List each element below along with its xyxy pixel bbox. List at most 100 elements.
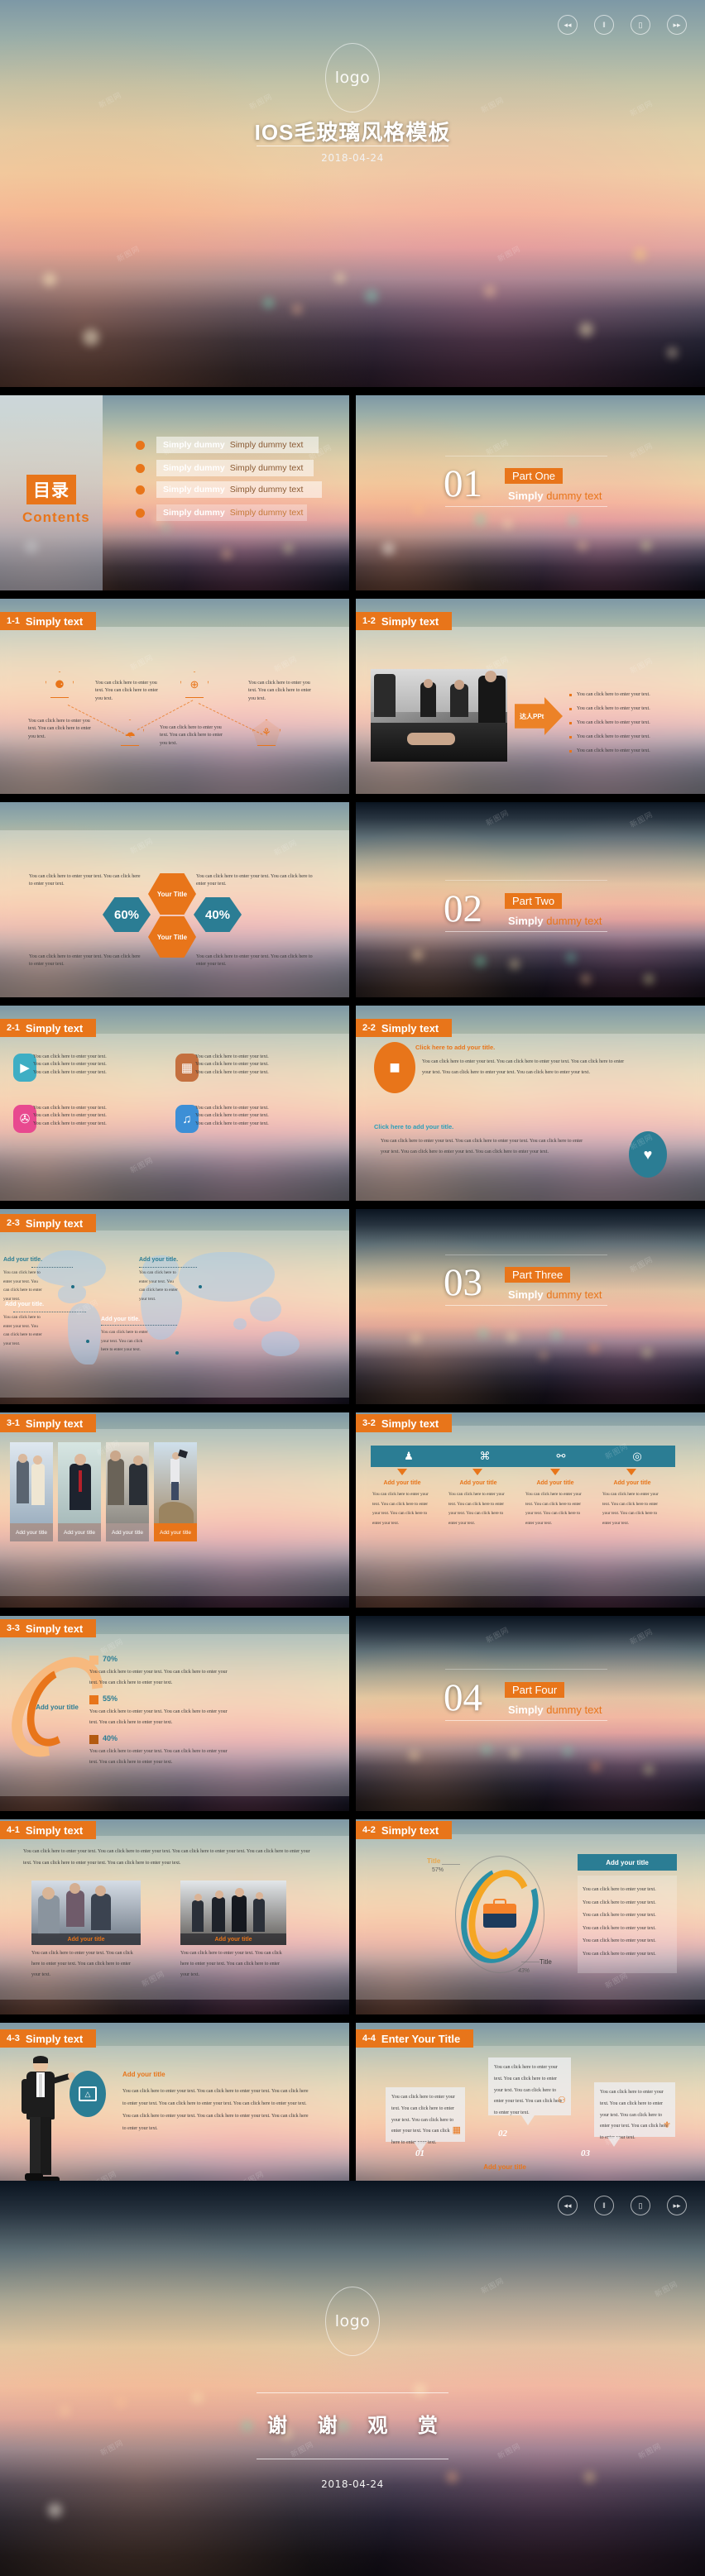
pause-glyph: ‖ (602, 20, 606, 29)
rewind-icon[interactable]: ◂◂ (558, 15, 578, 35)
legend-body: You can click here to enter your text. Y… (89, 1709, 228, 1725)
callout-03[interactable]: You can click here to enter your text. Y… (594, 2082, 675, 2147)
item-text: You can click here to enter your text. Y… (196, 874, 313, 887)
slide-2-3[interactable]: 2-3 Simply text Add your title. You can … (0, 1209, 349, 1404)
cloud-glyph: ☁ (124, 726, 136, 738)
background-sky-image (0, 2181, 705, 2576)
section-tag[interactable]: 2-3 Simply text (0, 1214, 97, 1232)
slide-4-1[interactable]: 4-1 Simply text You can click here to en… (0, 1819, 349, 2014)
image-card[interactable]: Add your title You can click here to ent… (31, 1881, 141, 1977)
slide-1-2[interactable]: 1-2 Simply text 达人PPt You can click here… (356, 599, 705, 794)
section-number: 4-3 (7, 2034, 20, 2043)
section-tag[interactable]: 1-1 Simply text (0, 612, 97, 630)
section-tag[interactable]: 1-2 Simply text (356, 612, 453, 630)
photo-card[interactable]: Add your title (10, 1442, 53, 1541)
list-item[interactable]: Simply dummy Simply dummy text (136, 460, 314, 476)
section-tag[interactable]: 4-4 Enter Your Title (356, 2029, 474, 2048)
stop-icon[interactable]: ▯ (631, 2196, 650, 2215)
part-subtitle: Simply dummy text (508, 915, 602, 927)
pause-icon[interactable]: ‖ (594, 2196, 614, 2215)
section-tag[interactable]: 3-2 Simply text (356, 1414, 453, 1432)
slide-1-1[interactable]: 1-1 Simply text ⚈ ☁ ⊕ ⚘ You can click he… (0, 599, 349, 794)
slide-3-3[interactable]: 3-3 Simply text Add your title 70% You c… (0, 1616, 349, 1811)
section-tag[interactable]: 3-1 Simply text (0, 1414, 97, 1432)
add-title-button[interactable]: Add your title (578, 1854, 677, 1871)
callout-02[interactable]: You can click here to enter your text. Y… (488, 2057, 571, 2125)
column-title: Add your title (459, 1480, 497, 1486)
photo-caption: Add your title (58, 1523, 101, 1541)
item-text: You can click here to enter you text. Yo… (248, 681, 311, 701)
section-label: Simply text (381, 1417, 439, 1430)
section-number: 1-1 (7, 616, 20, 626)
legend-value: 40% (103, 1734, 118, 1742)
logo-text: logo (334, 2312, 371, 2330)
business-handshake-photo (371, 669, 507, 762)
section-tag[interactable]: 4-3 Simply text (0, 2029, 97, 2048)
link-icon: ⚯ (523, 1446, 599, 1467)
stop-icon[interactable]: ▯ (631, 15, 650, 35)
item-text: You can click here to enter you text. Yo… (28, 719, 91, 739)
slide-part-04[interactable]: 04 Part Four Simply dummy text 新图网 新图网 (356, 1616, 705, 1811)
photo-caption: Add your title (10, 1523, 53, 1541)
photo-card[interactable]: Add your title (106, 1442, 149, 1541)
pause-icon[interactable]: ‖ (594, 15, 614, 35)
photo-card[interactable]: Add your title (58, 1442, 101, 1541)
photo-card-active[interactable]: Add your title (154, 1442, 197, 1541)
slide-3-1[interactable]: 3-1 Simply text Add your title Add your … (0, 1412, 349, 1608)
player-controls[interactable]: ◂◂ ‖ ▯ ▸▸ (558, 15, 687, 35)
player-controls[interactable]: ◂◂ ‖ ▯ ▸▸ (558, 2196, 687, 2215)
slide-2-2[interactable]: 2-2 Simply text ■ Click here to add your… (356, 1006, 705, 1201)
callout-01[interactable]: You can click here to enter your text. Y… (386, 2087, 465, 2152)
section-label: Simply text (381, 1021, 439, 1035)
section-tag[interactable]: 4-2 Simply text (356, 1821, 453, 1839)
section-tag[interactable]: 2-1 Simply text (0, 1019, 97, 1037)
slide-footer-title: Add your title (483, 2163, 526, 2171)
slide-part-03[interactable]: 03 Part Three Simply dummy text 新图网 (356, 1209, 705, 1404)
block-title: Click here to add your title. (374, 1123, 454, 1130)
marker-title: Add your title. (139, 1257, 179, 1263)
photo-celebration: Add your title (180, 1881, 286, 1945)
slide-4-2[interactable]: 4-2 Simply text Title 57% Title 43% Add … (356, 1819, 705, 2014)
forward-icon[interactable]: ▸▸ (667, 2196, 687, 2215)
image-card[interactable]: Add your title You can click here to ent… (180, 1881, 286, 1977)
donut-chart: Add your title (0, 1639, 122, 1775)
bullet-icon (569, 708, 572, 710)
ring-value-top: 57% (432, 1867, 444, 1873)
section-label: Simply text (25, 2032, 84, 2045)
section-number: 4-4 (362, 2034, 376, 2043)
slide-2-1[interactable]: 2-1 Simply text ▶ You can click here to … (0, 1006, 349, 1201)
bullet-icon (136, 463, 145, 473)
list-item[interactable]: Simply dummy Simply dummy text (136, 437, 319, 453)
slide-part-02[interactable]: 02 Part Two Simply dummy text 新图网 新图网 (356, 802, 705, 997)
rewind-icon[interactable]: ◂◂ (558, 2196, 578, 2215)
part-number: 04 (444, 1676, 482, 1719)
column-body: You can click here to enter your text. Y… (448, 1492, 505, 1526)
slide-contents[interactable]: 目录 Contents Simply dummy Simply dummy te… (0, 395, 349, 590)
item-text: You can click here to enter your text. Yo… (195, 1106, 269, 1126)
forward-icon[interactable]: ▸▸ (667, 15, 687, 35)
rewind-glyph: ◂◂ (564, 2201, 572, 2210)
image-body: You can click here to enter your text. Y… (31, 1951, 133, 1978)
list-item-bold: Simply dummy (163, 508, 225, 518)
section-number: 3-2 (362, 1418, 376, 1428)
hex-center-top-label: Your Title (156, 890, 188, 898)
slide-part-01[interactable]: 01 Part One Simply dummy text 新图网 新图网 (356, 395, 705, 590)
step-number-02: 02 (498, 2129, 507, 2139)
legend-body: You can click here to enter your text. Y… (89, 1670, 228, 1685)
slide-3-2[interactable]: 3-2 Simply text ♟ ⌘ ⚯ ◎ Add your title Y… (356, 1412, 705, 1608)
person-glyph: ♟ (404, 1450, 414, 1462)
list-item-label: Simply dummy text (229, 485, 304, 495)
briefcase-icon (483, 1899, 516, 1928)
closing-slide: ◂◂ ‖ ▯ ▸▸ logo 谢 谢 观 赏 2018-04-24 新图网 新图… (0, 2181, 705, 2576)
item-text: You can click here to enter your text. Yo… (195, 1054, 269, 1075)
section-tag[interactable]: 3-3 Simply text (0, 1619, 97, 1637)
slide-1-3[interactable]: 60% 40% Your Title Your Title You can cl… (0, 802, 349, 997)
list-item[interactable]: Simply dummy Simply dummy text (136, 481, 322, 498)
list-item[interactable]: Simply dummy Simply dummy text (136, 504, 307, 521)
section-tag[interactable]: 2-2 Simply text (356, 1019, 453, 1037)
section-number: 3-3 (7, 1623, 20, 1633)
bullet-icon (569, 750, 572, 753)
target-glyph: ◎ (632, 1450, 642, 1462)
section-number: 3-1 (7, 1418, 20, 1428)
section-tag[interactable]: 4-1 Simply text (0, 1821, 97, 1839)
